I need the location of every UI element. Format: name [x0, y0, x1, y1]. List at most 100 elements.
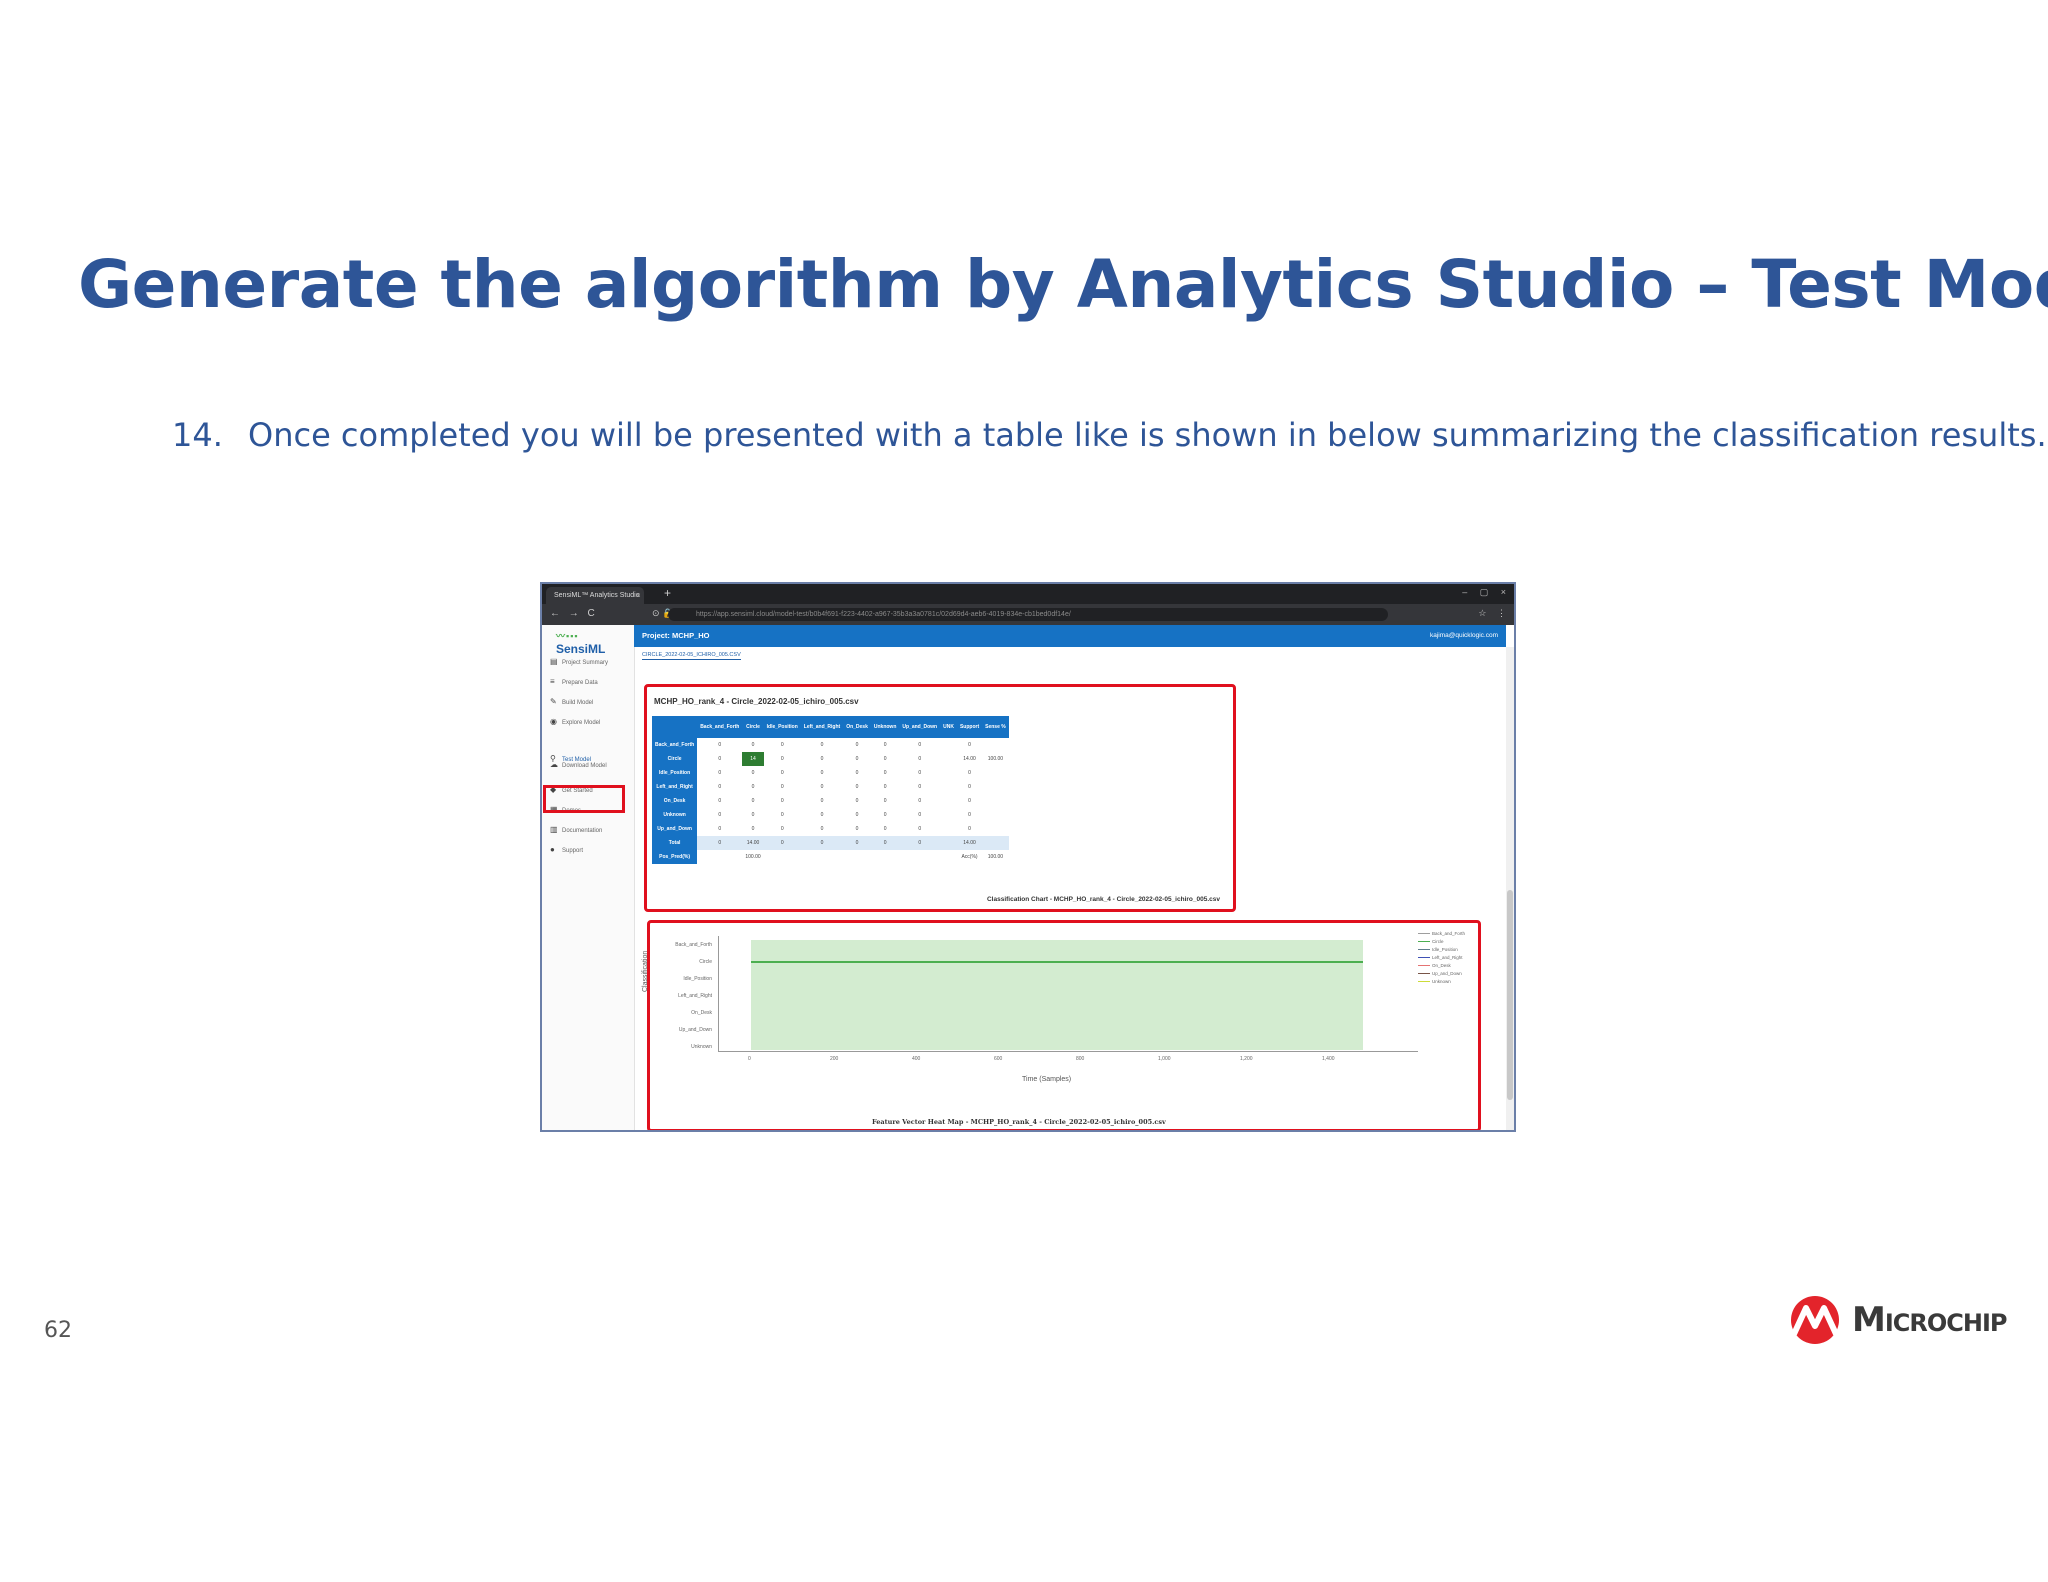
legend-swatch: [1418, 957, 1430, 959]
project-name[interactable]: Project: MCHP_HO: [642, 631, 710, 640]
file-tab[interactable]: CIRCLE_2022-02-05_ICHIRO_005.CSV: [642, 652, 741, 660]
new-tab-icon[interactable]: +: [664, 586, 671, 600]
sidebar-item[interactable]: ✎ Build Model: [550, 695, 630, 709]
browser-tab-strip: SensiML™ Analytics Studio × + – ▢ ×: [542, 584, 1514, 604]
y-tick-label: Left_and_Right: [678, 993, 712, 999]
window-controls[interactable]: – ▢ ×: [1462, 587, 1506, 598]
matrix-cell: 0: [820, 826, 824, 832]
matrix-cell: [801, 850, 843, 864]
matrix-cell: 0: [718, 812, 722, 818]
matrix-row: Back_and_Forth 0 0 0 0 0 0 0 0: [652, 738, 1009, 752]
legend-swatch: [1418, 941, 1430, 943]
legend-entry[interactable]: On_Desk: [1418, 962, 1465, 970]
matrix-cell: 0: [800, 836, 844, 850]
matrix-cell: [982, 808, 1009, 822]
sidebar-item[interactable]: ☁ Download Model: [550, 758, 630, 772]
matrix-cell: 0: [918, 742, 922, 748]
matrix-cell: [982, 794, 1009, 808]
matrix-cell: [871, 850, 900, 864]
matrix-row: Up_and_Down 0 0 0 0 0 0 0 0: [652, 822, 1009, 836]
matrix-cell: 0: [718, 756, 722, 762]
matrix-cell: 0: [899, 836, 941, 850]
legend-entry[interactable]: Up_and_Down: [1418, 970, 1465, 978]
confusion-matrix: Back_and_Forth Circle Idle_Position Left_an…: [652, 716, 1009, 864]
matrix-row: Pos_Pred(%) 100.00 Acc(%) 100.00: [652, 850, 1009, 864]
sidebar-item-icon: ≡: [550, 677, 555, 686]
matrix-cell: 0: [820, 756, 824, 762]
scrollbar-thumb[interactable]: [1507, 890, 1513, 1100]
legend-entry[interactable]: Back_and_Forth: [1418, 930, 1465, 938]
x-tick-label: 600: [994, 1056, 1003, 1062]
matrix-row-header: Pos_Pred(%): [652, 850, 698, 864]
matrix-cell: 0: [820, 812, 824, 818]
matrix-cell: 0: [780, 742, 784, 748]
matrix-row-header: On_Desk: [652, 794, 698, 808]
matrix-cell: 0: [751, 826, 755, 832]
matrix-cell: 0: [780, 798, 784, 804]
matrix-cell: 14.00: [963, 756, 976, 762]
sidebar: 〰▪▪▪ SensiML ▤ Project Summary ≡ Prepare Da…: [542, 625, 635, 1130]
matrix-cell: 0: [751, 812, 755, 818]
matrix-cell: 14: [742, 752, 764, 766]
matrix-cell: 0: [918, 770, 922, 776]
matrix-cell: [982, 766, 1009, 780]
y-tick-label: Idle_Position: [683, 976, 712, 982]
sidebar-item[interactable]: ▤ Project Summary: [550, 655, 630, 669]
matrix-row-header: Back_and_Forth: [652, 738, 698, 752]
matrix-cell: 0: [820, 798, 824, 804]
matrix-cell: [940, 836, 957, 850]
matrix-cell: Acc(%): [961, 854, 978, 860]
nav-arrows-icon[interactable]: ← → C: [550, 608, 595, 619]
legend-label: On_Desk: [1432, 963, 1451, 968]
sidebar-item[interactable]: ◉ Explore Model: [550, 715, 630, 729]
matrix-cell: 0: [918, 826, 922, 832]
matrix-cell: 0: [718, 742, 722, 748]
matrix-cell: 0: [780, 826, 784, 832]
legend-swatch: [1418, 933, 1430, 935]
matrix-cell: 0: [883, 826, 887, 832]
x-tick-label: 1,000: [1158, 1056, 1171, 1062]
matrix-cell: 0: [855, 798, 859, 804]
sidebar-item-icon: ◉: [550, 717, 557, 726]
address-bar[interactable]: https://app.sensiml.cloud/model-test/b0b…: [668, 608, 1388, 621]
y-axis: [718, 936, 719, 1052]
legend-entry[interactable]: Idle_Position: [1418, 946, 1465, 954]
bullet-item: 14. Once completed you will be presented …: [172, 416, 2047, 454]
x-tick-label: 400: [912, 1056, 921, 1062]
matrix-cell: 0: [820, 784, 824, 790]
legend-entry[interactable]: Unknown: [1418, 978, 1465, 986]
matrix-column-header: Sense %: [982, 716, 1009, 738]
matrix-cell: [940, 794, 957, 808]
tab-close-icon[interactable]: ×: [636, 587, 641, 604]
matrix-cell: 100.00: [745, 854, 761, 860]
user-account[interactable]: kajima@quicklogic.com: [1430, 625, 1498, 647]
matrix-cell: 0: [968, 770, 971, 776]
browser-tab[interactable]: SensiML™ Analytics Studio: [546, 587, 644, 604]
matrix-cell: 0: [751, 770, 755, 776]
sidebar-item[interactable]: ≡ Prepare Data: [550, 675, 630, 689]
legend-label: Unknown: [1432, 979, 1451, 984]
matrix-cell: [940, 822, 957, 836]
matrix-cell: 100.00: [987, 756, 1004, 762]
legend-swatch: [1418, 949, 1430, 951]
matrix-cell: 100.00: [987, 854, 1004, 860]
app-header: Project: MCHP_HO kajima@quicklogic.com: [634, 625, 1506, 647]
legend-entry[interactable]: Circle: [1418, 938, 1465, 946]
sidebar-item[interactable]: ● Support: [550, 843, 630, 857]
legend-entry[interactable]: Left_and_Right: [1418, 954, 1465, 962]
sidebar-item-label: Support: [562, 848, 584, 854]
matrix-cell: [940, 850, 957, 864]
matrix-cell: 0: [751, 798, 755, 804]
matrix-row: Circle 0 14 0 0 0 0 0 14.00 100.00: [652, 752, 1009, 766]
star-icon[interactable]: ☆ ⋮: [1478, 608, 1506, 619]
matrix-column-header: On_Desk: [843, 716, 871, 738]
scrollbar[interactable]: [1506, 647, 1514, 1130]
sidebar-item[interactable]: ▥ Documentation: [550, 823, 630, 837]
matrix-cell: [982, 780, 1009, 794]
matrix-row-header: Circle: [652, 752, 698, 766]
matrix-cell: [982, 822, 1009, 836]
microchip-logo-icon: [1791, 1296, 1839, 1344]
sidebar-item-label: Documentation: [562, 828, 603, 834]
matrix-cell: 0: [763, 836, 801, 850]
sidebar-item-label: Project Summary: [562, 660, 609, 666]
